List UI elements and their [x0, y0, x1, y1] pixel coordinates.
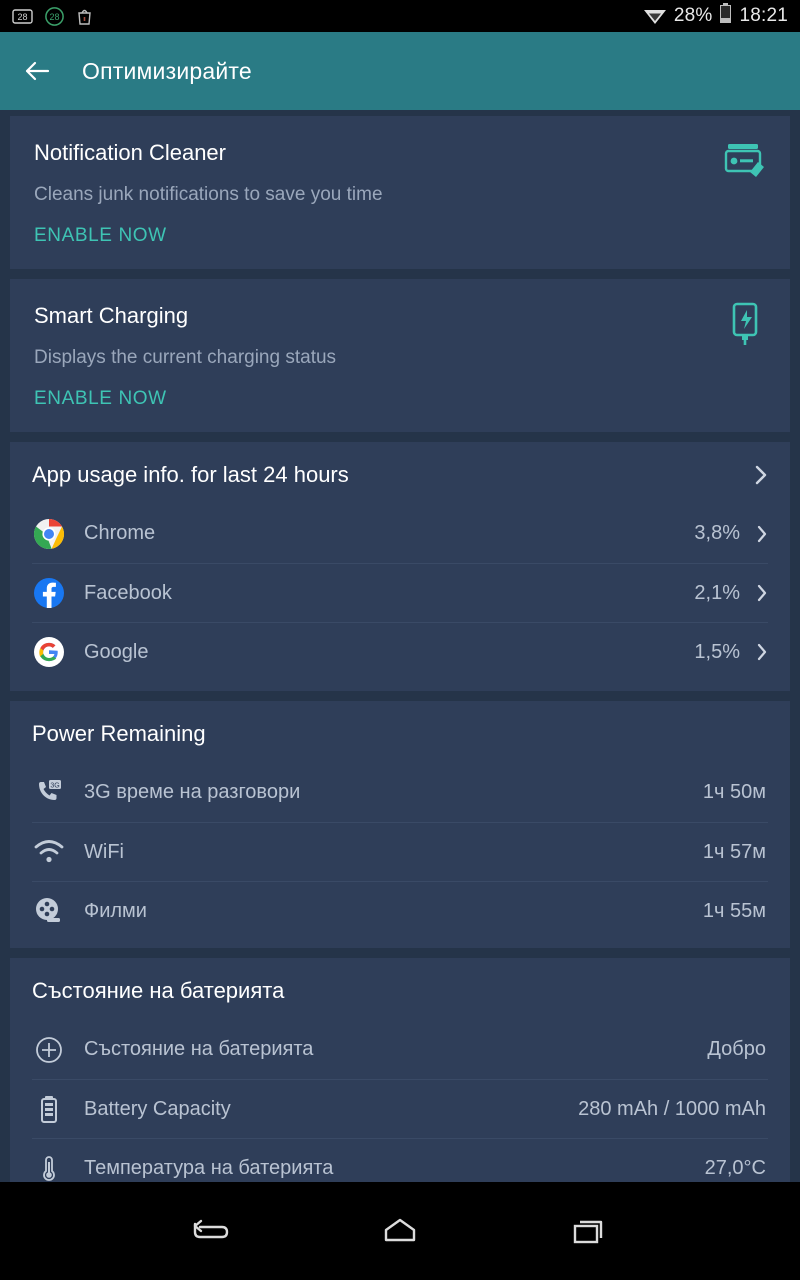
promo-body: Notification Cleaner Cleans junk notific…: [10, 116, 790, 269]
promo-description: Displays the current charging status: [34, 347, 337, 368]
list-item-value: 27,0°C: [704, 1156, 766, 1179]
list-item-value: 1ч 57м: [702, 840, 766, 863]
list-item-value: 280 mAh / 1000 mAh: [578, 1097, 766, 1120]
nav-recents-icon[interactable]: [559, 1208, 621, 1254]
screen: 28 28 28% 18:21 Оптимизирайте Notificati…: [0, 0, 800, 1280]
app-usage-rows: Chrome 3,8% Facebook 2,1% Google 1,5%: [10, 504, 790, 691]
content-scroll[interactable]: Notification Cleaner Cleans junk notific…: [0, 110, 800, 1182]
battery-percent-label: 28%: [673, 5, 713, 26]
google-icon: [32, 635, 66, 669]
back-arrow-icon[interactable]: [22, 56, 52, 86]
list-item-label: Battery Capacity: [84, 1097, 231, 1120]
list-item-label: Температура на батерията: [84, 1156, 334, 1179]
list-item-value: 2,1%: [694, 581, 740, 604]
app-bar: Оптимизирайте: [0, 32, 800, 110]
page-title: Оптимизирайте: [82, 57, 252, 84]
status-bar: 28 28 28% 18:21: [0, 0, 800, 32]
list-item: 3G 3G време на разговори 1ч 50м: [32, 763, 768, 822]
notification-cleaner-icon: [722, 138, 768, 184]
wifi-icon: [32, 835, 66, 869]
list-item-label: Google: [84, 640, 149, 663]
smart-charging-icon: [722, 301, 768, 347]
nav-back-icon[interactable]: [179, 1208, 241, 1254]
card-notification-cleaner[interactable]: Notification Cleaner Cleans junk notific…: [10, 116, 790, 269]
list-item: Филми 1ч 55м: [32, 881, 768, 940]
battery-status-rows: Състояние на батерията Добро Battery Cap…: [10, 1020, 790, 1182]
chevron-right-icon[interactable]: [756, 583, 768, 603]
list-item[interactable]: Chrome 3,8%: [32, 504, 768, 563]
promo-description: Cleans junk notifications to save you ti…: [34, 184, 383, 205]
list-item-value: 3,8%: [694, 522, 740, 544]
list-item-label: 3G време на разговори: [84, 781, 301, 803]
list-item: Състояние на батерията Добро: [32, 1020, 768, 1079]
card-power-remaining: Power Remaining 3G 3G време на разговори…: [10, 701, 790, 948]
list-item: Battery Capacity 280 mAh / 1000 mAh: [32, 1079, 768, 1138]
chrome-icon: [32, 517, 66, 551]
svg-text:3G: 3G: [50, 782, 59, 789]
circle-badge-28-icon: 28: [45, 6, 64, 26]
list-item-label: Филми: [84, 899, 147, 922]
list-item-label: Facebook: [84, 581, 172, 604]
plus-circle-icon: [32, 1033, 66, 1067]
battery-icon: [719, 3, 732, 29]
section-title: Състояние на батерията: [32, 978, 285, 1003]
list-item-label: WiFi: [84, 840, 124, 863]
battery-icon: [32, 1092, 66, 1126]
list-item[interactable]: Google 1,5%: [32, 622, 768, 681]
svg-text:28: 28: [49, 12, 59, 22]
shopping-bag-icon: [76, 7, 93, 26]
card-battery-status: Състояние на батерията Състояние на бате…: [10, 958, 790, 1182]
power-remaining-header: Power Remaining: [10, 701, 790, 763]
status-bar-notifications: 28 28: [12, 6, 643, 26]
calendar-badge-28-icon: 28: [12, 8, 33, 25]
list-item: WiFi 1ч 57м: [32, 822, 768, 881]
card-smart-charging[interactable]: Smart Charging Displays the current char…: [10, 279, 790, 432]
list-item-label: Състояние на батерията: [84, 1038, 314, 1060]
list-item-label: Chrome: [84, 522, 156, 544]
film-reel-icon: [32, 894, 66, 928]
list-item-value: Добро: [707, 1038, 766, 1060]
list-item[interactable]: Facebook 2,1%: [32, 563, 768, 622]
system-navigation-bar: [0, 1182, 800, 1280]
power-remaining-rows: 3G 3G време на разговори 1ч 50м WiFi 1ч …: [10, 763, 790, 948]
chevron-right-icon[interactable]: [756, 524, 768, 544]
section-title: App usage info. for last 24 hours: [32, 462, 349, 487]
list-item-value: 1,5%: [694, 640, 740, 663]
wifi-icon: [643, 7, 667, 26]
enable-now-button[interactable]: ENABLE NOW: [34, 225, 167, 247]
card-app-usage[interactable]: App usage info. for last 24 hours Chrome…: [10, 442, 790, 691]
status-bar-system: 28% 18:21: [643, 3, 788, 29]
battery-status-header: Състояние на батерията: [10, 958, 790, 1020]
promo-title: Notification Cleaner: [34, 140, 226, 165]
clock-label: 18:21: [739, 5, 788, 26]
thermometer-icon: [32, 1151, 66, 1182]
app-usage-header[interactable]: App usage info. for last 24 hours: [10, 442, 790, 504]
section-title: Power Remaining: [32, 721, 206, 746]
list-item-value: 1ч 50м: [702, 781, 766, 803]
list-item: Температура на батерията 27,0°C: [32, 1138, 768, 1182]
promo-body: Smart Charging Displays the current char…: [10, 279, 790, 432]
facebook-icon: [32, 576, 66, 610]
promo-title: Smart Charging: [34, 303, 189, 328]
svg-text:28: 28: [17, 12, 27, 22]
phone-3g-icon: 3G: [32, 776, 66, 810]
list-item-value: 1ч 55м: [702, 899, 766, 922]
nav-home-icon[interactable]: [369, 1208, 431, 1254]
enable-now-button[interactable]: ENABLE NOW: [34, 388, 167, 410]
chevron-right-icon[interactable]: [754, 464, 768, 486]
chevron-right-icon[interactable]: [756, 642, 768, 662]
